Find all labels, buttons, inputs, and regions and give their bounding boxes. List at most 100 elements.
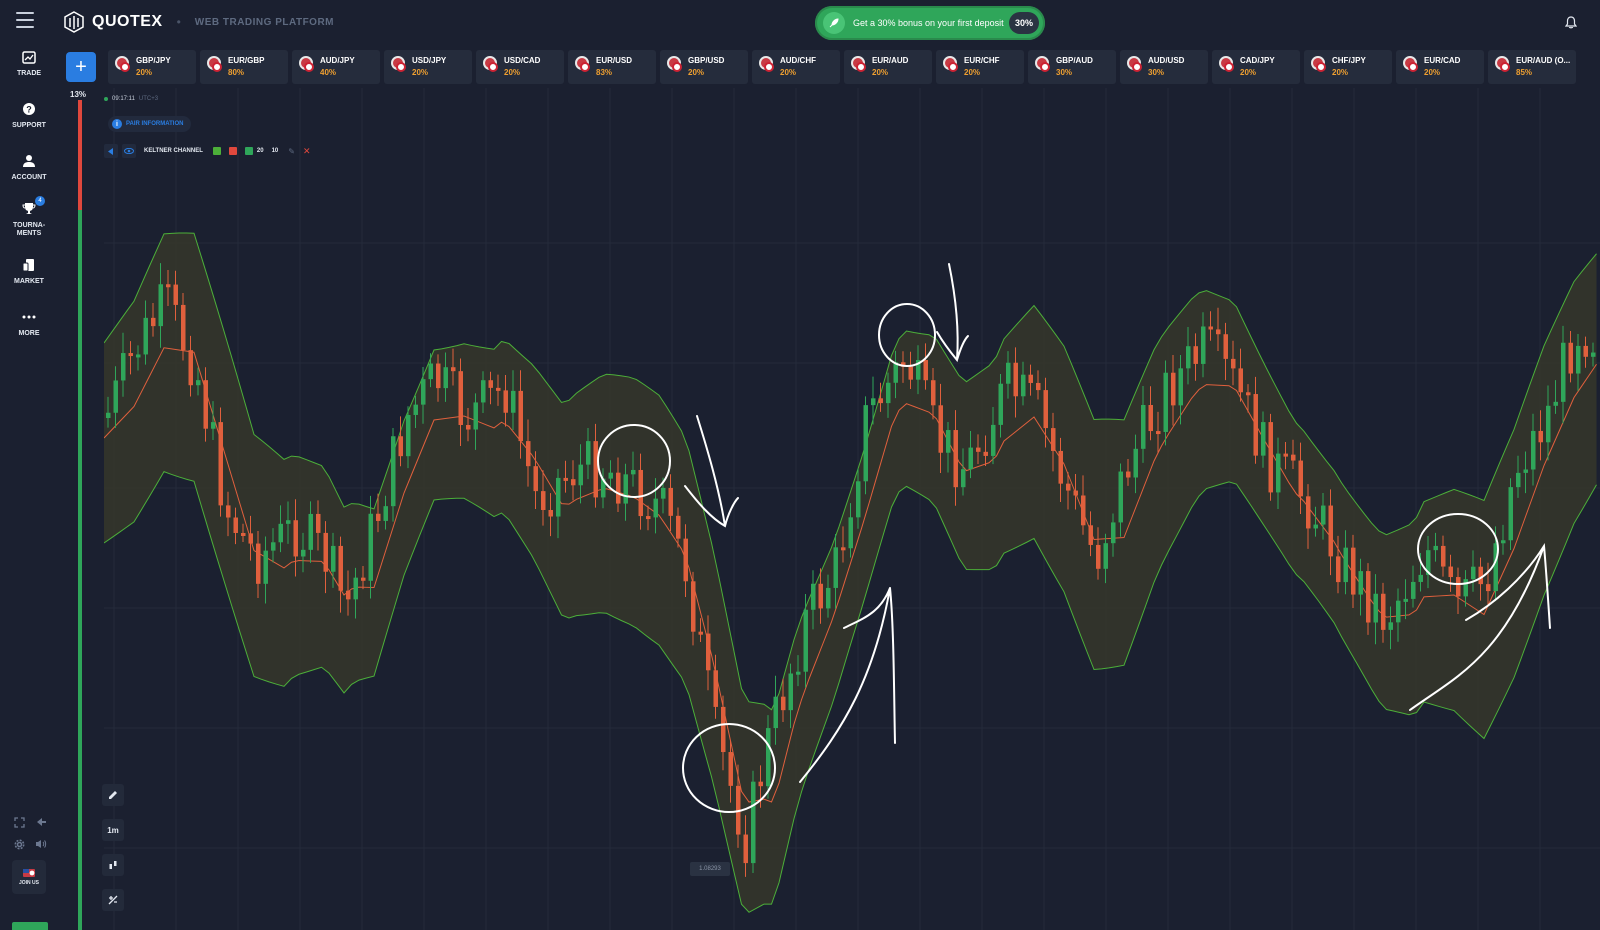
candle-body xyxy=(1403,598,1408,602)
remove-indicator-icon[interactable]: ✕ xyxy=(303,146,311,157)
asset-tab[interactable]: GBP/AUD 30% xyxy=(1028,50,1116,84)
asset-tab[interactable]: CAD/JPY 20% xyxy=(1212,50,1300,84)
asset-tab[interactable]: GBP/JPY 20% xyxy=(108,50,196,84)
asset-name: USD/CAD xyxy=(504,56,541,65)
sentiment-down-segment xyxy=(78,100,82,210)
asset-tab[interactable]: EUR/CAD 20% xyxy=(1396,50,1484,84)
asset-payout: 20% xyxy=(1240,68,1257,77)
sound-icon[interactable] xyxy=(34,838,48,850)
asset-tab[interactable]: AUD/CHF 20% xyxy=(752,50,840,84)
candle-body xyxy=(1531,430,1536,470)
bonus-banner[interactable]: Get a 30% bonus on your first deposit 30… xyxy=(815,6,1045,40)
candle-body xyxy=(1118,471,1123,523)
collapse-indicators-icon[interactable] xyxy=(104,144,118,158)
asset-payout: 20% xyxy=(504,68,521,77)
asset-tab[interactable]: GBP/USD 20% xyxy=(660,50,748,84)
candle-body xyxy=(1328,505,1333,557)
lower-band-color-swatch[interactable] xyxy=(244,147,253,155)
candle-body xyxy=(136,354,141,358)
add-asset-button[interactable]: + xyxy=(66,52,96,82)
candle-body xyxy=(293,520,298,557)
nav-tournaments[interactable]: 4 TOURNA-MENTS xyxy=(0,196,58,238)
timeframe-button[interactable]: 1m xyxy=(102,819,124,841)
candle-body xyxy=(1246,392,1251,396)
quotex-logo-icon xyxy=(64,11,84,33)
chart-type-candles-icon[interactable] xyxy=(102,854,124,876)
currency-flag-icon xyxy=(120,62,130,72)
asset-tab[interactable]: USD/CAD 20% xyxy=(476,50,564,84)
logout-icon[interactable] xyxy=(34,816,48,828)
candle-body xyxy=(1013,362,1018,397)
upper-band-color-swatch[interactable] xyxy=(212,147,221,155)
candle-body xyxy=(1523,469,1528,473)
candle-body xyxy=(1021,374,1026,397)
nav-support-label: SUPPORT xyxy=(12,122,46,129)
asset-name: GBP/JPY xyxy=(136,56,171,65)
currency-flag-icon xyxy=(212,62,222,72)
deposit-tab-edge[interactable] xyxy=(12,922,48,930)
candle-body xyxy=(1163,372,1168,432)
asset-tab[interactable]: EUR/USD 83% xyxy=(568,50,656,84)
brand-separator: • xyxy=(176,15,181,29)
asset-tab[interactable]: AUD/USD 30% xyxy=(1120,50,1208,84)
candle-body xyxy=(1006,362,1011,384)
candle-body xyxy=(1073,490,1078,496)
candle-body xyxy=(728,752,733,786)
asset-name: GBP/USD xyxy=(688,56,725,65)
edit-indicator-icon[interactable]: ✎ xyxy=(288,147,295,156)
asset-payout: 20% xyxy=(136,68,153,77)
currency-flag-icon xyxy=(1408,62,1418,72)
settings-gear-icon[interactable] xyxy=(12,838,26,850)
menu-icon[interactable] xyxy=(16,12,34,28)
nav-more[interactable]: MORE xyxy=(0,308,58,338)
more-icon xyxy=(19,308,39,326)
asset-payout: 80% xyxy=(228,68,245,77)
candle-body xyxy=(1193,346,1198,364)
candle-body xyxy=(578,464,583,486)
join-us-flag-icon xyxy=(23,869,35,877)
candle-body xyxy=(1231,358,1236,369)
indicator-period: 20 xyxy=(256,148,264,154)
rocket-icon xyxy=(823,12,845,34)
visibility-eye-icon[interactable] xyxy=(122,144,136,158)
fullscreen-icon[interactable] xyxy=(12,816,26,828)
asset-tab[interactable]: EUR/AUD 20% xyxy=(844,50,932,84)
asset-payout: 30% xyxy=(1056,68,1073,77)
nav-account[interactable]: ACCOUNT xyxy=(0,152,58,182)
nav-market[interactable]: MARKET xyxy=(0,256,58,286)
asset-tab[interactable]: CHF/JPY 20% xyxy=(1304,50,1392,84)
candle-body xyxy=(983,451,988,456)
asset-tab[interactable]: EUR/CHF 20% xyxy=(936,50,1024,84)
nav-trade-label: TRADE xyxy=(16,70,42,77)
indicators-tools-icon[interactable] xyxy=(102,889,124,911)
brand-logo[interactable]: QUOTEX • WEB TRADING PLATFORM xyxy=(64,11,334,33)
drawing-pencil-icon[interactable] xyxy=(102,784,124,806)
pair-information-button[interactable]: i PAIR INFORMATION xyxy=(108,116,192,132)
candle-body xyxy=(526,441,531,467)
asset-tab[interactable]: EUR/GBP 80% xyxy=(200,50,288,84)
candle-body xyxy=(323,532,328,572)
candle-body xyxy=(211,422,216,429)
candle-body xyxy=(361,577,366,581)
asset-tab[interactable]: EUR/AUD (O... 85% xyxy=(1488,50,1576,84)
candle-body xyxy=(758,781,763,787)
middle-line-color-swatch[interactable] xyxy=(228,147,237,155)
asset-name: EUR/USD xyxy=(596,56,633,65)
trophy-icon: 4 xyxy=(19,196,45,218)
candle-body xyxy=(998,383,1003,425)
candle-body xyxy=(1538,430,1543,443)
candle-body xyxy=(256,543,261,584)
nav-support[interactable]: ? SUPPORT xyxy=(0,100,58,130)
candle-body xyxy=(1096,544,1101,569)
nav-trade[interactable]: TRADE xyxy=(0,48,58,78)
asset-name: AUD/CHF xyxy=(780,56,816,65)
asset-tab[interactable]: USD/JPY 20% xyxy=(384,50,472,84)
join-us-button[interactable]: JOIN US xyxy=(12,860,46,894)
asset-payout: 85% xyxy=(1516,68,1533,77)
asset-tab[interactable]: AUD/JPY 40% xyxy=(292,50,380,84)
chart-time: 09:17:11 xyxy=(112,96,135,102)
price-chart[interactable] xyxy=(104,88,1600,930)
chart-timezone: UTC+3 xyxy=(138,96,159,102)
notifications-bell-icon[interactable] xyxy=(1560,11,1582,33)
currency-flag-icon xyxy=(304,62,314,72)
